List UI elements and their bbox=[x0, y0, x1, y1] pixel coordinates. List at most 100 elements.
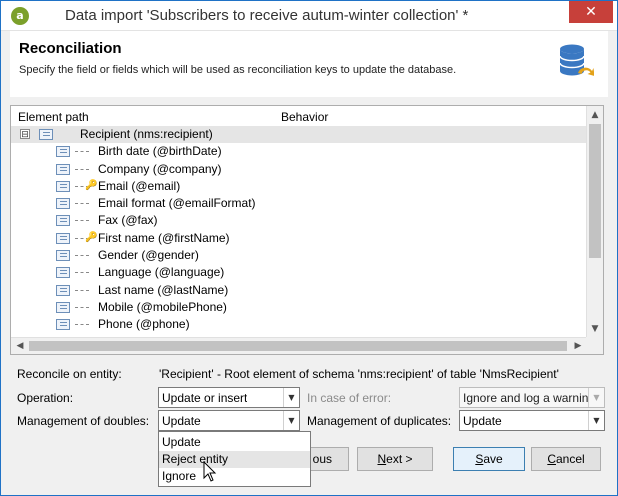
field-icon bbox=[56, 215, 70, 227]
scroll-corner bbox=[586, 337, 603, 354]
tree-row[interactable]: 🔑 Email (@email) bbox=[11, 178, 587, 195]
tree-row[interactable]: Email format (@emailFormat) bbox=[11, 195, 587, 212]
tree-connector bbox=[75, 203, 89, 205]
duplicates-value: Update bbox=[463, 414, 502, 428]
database-sync-icon bbox=[559, 44, 594, 76]
reconcile-label: Reconcile on entity: bbox=[17, 367, 122, 381]
dropdown-option[interactable]: Update bbox=[159, 434, 310, 451]
vertical-scrollbar[interactable]: ▲ ▼ bbox=[586, 106, 603, 338]
title-bar[interactable]: a Data import 'Subscribers to receive au… bbox=[1, 1, 617, 31]
error-label: In case of error: bbox=[307, 391, 392, 405]
tree-row[interactable]: Birth date (@birthDate) bbox=[11, 143, 587, 160]
duplicates-label: Management of duplicates: bbox=[307, 414, 452, 428]
doubles-value: Update bbox=[162, 414, 201, 428]
tree-row-label: Phone (@phone) bbox=[98, 317, 190, 332]
tree-row[interactable]: Phone (@phone) bbox=[11, 316, 587, 333]
scroll-right-icon[interactable]: ▶ bbox=[571, 339, 585, 353]
previous-label: ous bbox=[312, 452, 332, 466]
operation-select[interactable]: Update or insert ▼ bbox=[158, 387, 300, 408]
dropdown-option[interactable]: Ignore bbox=[159, 468, 310, 485]
mouse-cursor-icon bbox=[203, 461, 217, 482]
vertical-scroll-thumb[interactable] bbox=[589, 124, 601, 258]
cancel-accesskey: C bbox=[547, 452, 556, 466]
tree-row-label: Birth date (@birthDate) bbox=[98, 144, 222, 159]
doubles-label: Management of doubles: bbox=[17, 414, 150, 428]
chevron-down-icon[interactable]: ▼ bbox=[588, 411, 604, 430]
tree-header: Element path Behavior bbox=[11, 106, 585, 126]
tree-row-label: Fax (@fax) bbox=[98, 213, 158, 228]
page-description: Specify the field or fields which will b… bbox=[19, 64, 457, 76]
next-button[interactable]: Next > bbox=[357, 447, 433, 471]
scroll-up-icon[interactable]: ▲ bbox=[587, 108, 603, 122]
reconcile-value: 'Recipient' - Root element of schema 'nm… bbox=[159, 367, 559, 381]
horizontal-scrollbar[interactable]: ◀ ▶ bbox=[11, 337, 587, 354]
tree-connector bbox=[75, 220, 89, 222]
tree-connector bbox=[75, 306, 89, 308]
save-button[interactable]: Save bbox=[453, 447, 525, 471]
doubles-dropdown-list[interactable]: Update Reject entity Ignore bbox=[158, 431, 311, 487]
key-icon: 🔑 bbox=[85, 179, 98, 191]
tree-row[interactable]: 🔑 First name (@firstName) bbox=[11, 230, 587, 247]
field-icon bbox=[56, 267, 70, 279]
operation-label: Operation: bbox=[17, 391, 74, 405]
operation-value: Update or insert bbox=[162, 391, 248, 405]
dropdown-option[interactable]: Reject entity bbox=[159, 451, 310, 468]
field-icon bbox=[56, 198, 70, 210]
field-icon bbox=[56, 319, 70, 331]
chevron-down-icon[interactable]: ▼ bbox=[283, 411, 299, 430]
tree-row-label: Last name (@lastName) bbox=[98, 282, 229, 297]
column-element-path[interactable]: Element path bbox=[18, 110, 89, 124]
field-icon bbox=[56, 180, 70, 192]
tree-row[interactable]: Last name (@lastName) bbox=[11, 282, 587, 299]
tree-rows: ⊟ Recipient (nms:recipient) Birth date (… bbox=[11, 126, 587, 334]
chevron-down-icon[interactable]: ▼ bbox=[588, 388, 604, 407]
chevron-down-icon[interactable]: ▼ bbox=[283, 388, 299, 407]
page-title: Reconciliation bbox=[19, 40, 122, 57]
field-icon bbox=[56, 301, 70, 313]
window-title: Data import 'Subscribers to receive autu… bbox=[65, 7, 469, 24]
tree-connector bbox=[75, 168, 89, 170]
horizontal-scroll-thumb[interactable] bbox=[29, 341, 567, 351]
field-tree[interactable]: Element path Behavior ⊟ Recipient (nms:r… bbox=[10, 105, 604, 355]
tree-row[interactable]: Mobile (@mobilePhone) bbox=[11, 299, 587, 316]
tree-row[interactable]: Company (@company) bbox=[11, 161, 587, 178]
cancel-button[interactable]: Cancel bbox=[531, 447, 601, 471]
tree-connector bbox=[75, 151, 89, 153]
import-wizard-window: a Data import 'Subscribers to receive au… bbox=[0, 0, 618, 496]
tree-row-label: Recipient (nms:recipient) bbox=[80, 127, 213, 141]
field-icon bbox=[56, 146, 70, 158]
tree-connector bbox=[75, 324, 89, 326]
tree-connector bbox=[75, 272, 89, 274]
tree-row-label: Gender (@gender) bbox=[98, 248, 199, 263]
tree-row-label: Email format (@emailFormat) bbox=[98, 196, 256, 211]
tree-row-root[interactable]: ⊟ Recipient (nms:recipient) bbox=[11, 126, 587, 144]
field-icon bbox=[56, 163, 70, 175]
cancel-label: ancel bbox=[555, 452, 585, 466]
tree-row[interactable]: Language (@language) bbox=[11, 264, 587, 281]
error-select[interactable]: Ignore and log a warnin ▼ bbox=[459, 387, 605, 408]
entity-icon bbox=[39, 129, 53, 140]
doubles-select[interactable]: Update ▼ bbox=[158, 410, 300, 431]
scroll-down-icon[interactable]: ▼ bbox=[587, 322, 603, 336]
collapse-icon[interactable]: ⊟ bbox=[20, 129, 30, 139]
tree-connector bbox=[75, 289, 89, 291]
tree-row-label: Company (@company) bbox=[98, 161, 222, 176]
save-label: ave bbox=[483, 452, 503, 466]
scroll-left-icon[interactable]: ◀ bbox=[13, 339, 27, 353]
tree-row-label: First name (@firstName) bbox=[98, 230, 230, 245]
field-icon bbox=[56, 284, 70, 296]
tree-row-label: Mobile (@mobilePhone) bbox=[98, 299, 227, 314]
tree-row[interactable]: Fax (@fax) bbox=[11, 212, 587, 229]
field-icon bbox=[56, 250, 70, 262]
wizard-header: Reconciliation Specify the field or fiel… bbox=[10, 31, 608, 97]
tree-connector bbox=[75, 255, 89, 257]
duplicates-select[interactable]: Update ▼ bbox=[459, 410, 605, 431]
key-icon: 🔑 bbox=[85, 231, 98, 243]
field-icon bbox=[56, 232, 70, 244]
column-behavior[interactable]: Behavior bbox=[281, 110, 328, 124]
tree-row[interactable]: Gender (@gender) bbox=[11, 247, 587, 264]
close-button[interactable]: ✕ bbox=[569, 1, 613, 23]
error-value: Ignore and log a warnin bbox=[463, 391, 589, 405]
next-label: ext > bbox=[386, 452, 413, 466]
adobe-campaign-icon: a bbox=[11, 7, 29, 25]
